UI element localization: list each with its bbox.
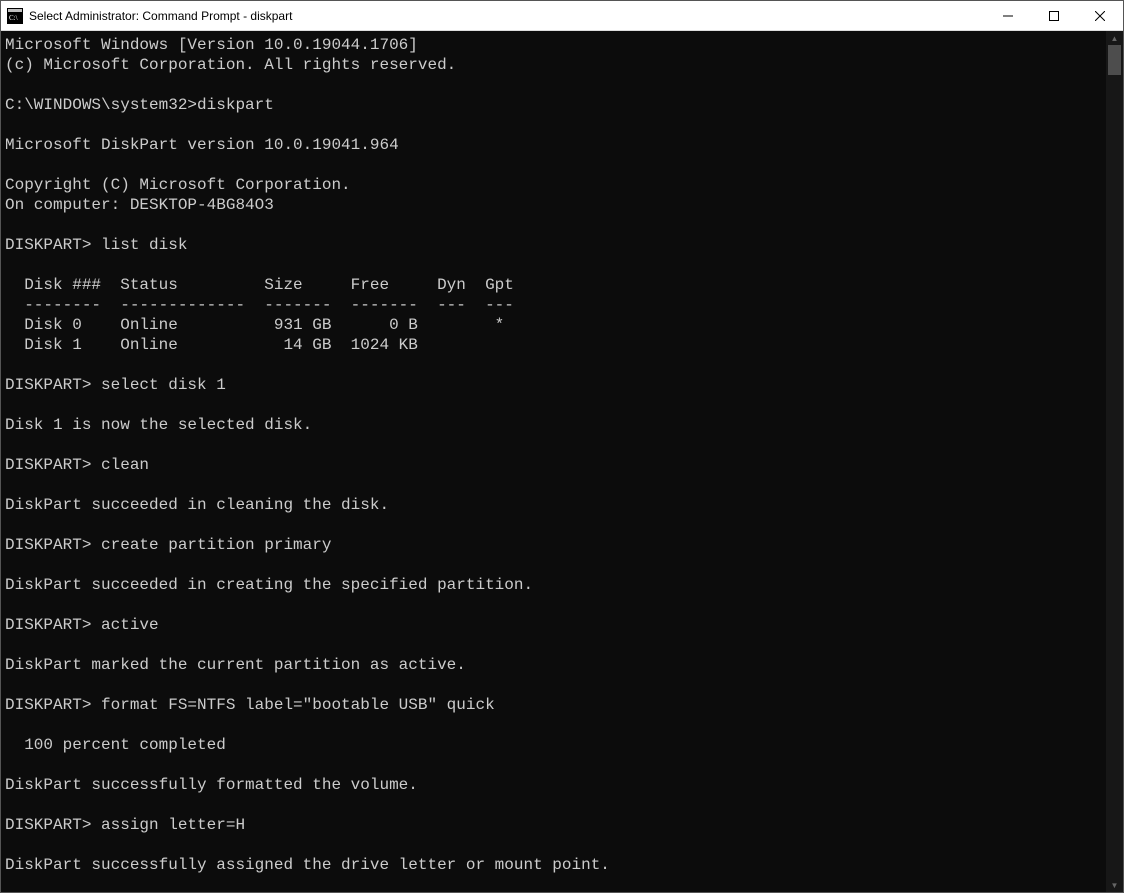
- vertical-scrollbar[interactable]: ▲ ▼: [1106, 31, 1123, 892]
- application-window: C:\ Select Administrator: Command Prompt…: [0, 0, 1124, 893]
- scroll-down-arrow[interactable]: ▼: [1106, 878, 1123, 892]
- window-controls: [985, 1, 1123, 30]
- scroll-up-arrow[interactable]: ▲: [1106, 31, 1123, 45]
- window-title: Select Administrator: Command Prompt - d…: [29, 9, 985, 23]
- terminal-output[interactable]: Microsoft Windows [Version 10.0.19044.17…: [1, 31, 1106, 892]
- close-button[interactable]: [1077, 1, 1123, 30]
- minimize-button[interactable]: [985, 1, 1031, 30]
- title-bar[interactable]: C:\ Select Administrator: Command Prompt…: [1, 1, 1123, 31]
- cmd-app-icon: C:\: [7, 8, 23, 24]
- svg-text:C:\: C:\: [9, 14, 18, 22]
- maximize-button[interactable]: [1031, 1, 1077, 30]
- content-area: Microsoft Windows [Version 10.0.19044.17…: [1, 31, 1123, 892]
- scrollbar-thumb[interactable]: [1108, 45, 1121, 75]
